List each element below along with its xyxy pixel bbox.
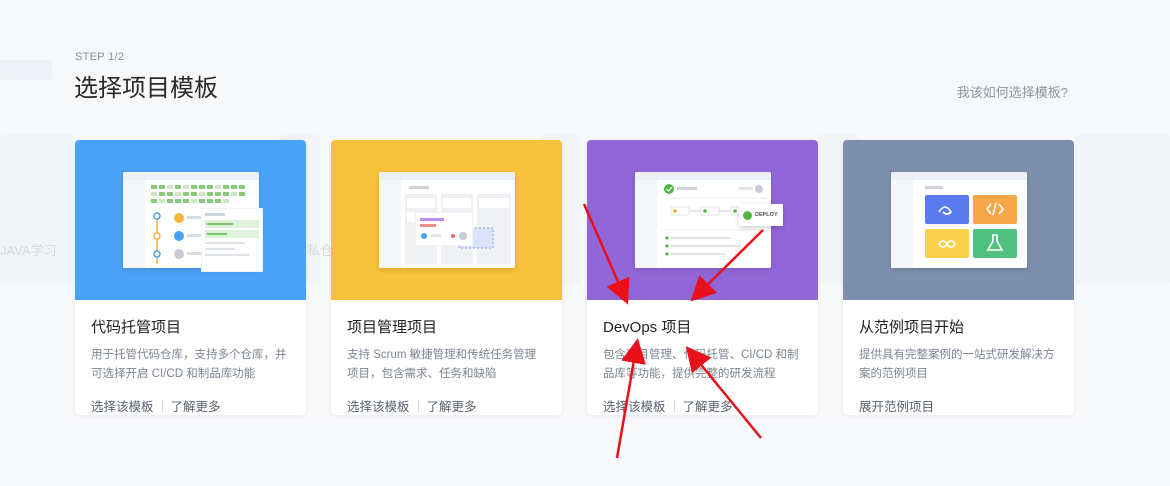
step-indicator: STEP 1/2 [75, 51, 125, 63]
deploy-badge: DEPLOY [739, 204, 783, 226]
card-illustration [75, 140, 306, 300]
help-link[interactable]: 我该如何选择模板? [957, 82, 1068, 101]
card-actions: 选择该模板 了解更多 [347, 396, 546, 415]
template-card-code-hosting[interactable]: 代码托管项目 用于托管代码仓库，支持多个仓库，并可选择开启 CI/CD 和制品库… [75, 140, 306, 415]
card-illustration: DEPLOY [587, 140, 818, 300]
examples-illustration [891, 172, 1027, 268]
ghost-project-card [1075, 134, 1170, 284]
ghost-button [0, 60, 52, 80]
check-icon [743, 210, 752, 220]
template-card-devops[interactable]: DEPLOY DevOps 项目 包含项目管理、代码托管、CI/CD 和制品库等… [587, 140, 818, 415]
select-template-button[interactable]: 选择该模板 [91, 396, 154, 415]
pipeline-illustration: DEPLOY [635, 172, 783, 268]
card-description: 提供具有完整案例的一站式研发解决方案的范例项目 [859, 349, 1055, 380]
ghost-label: JAVA学习 [0, 243, 57, 258]
card-title: DevOps 项目 [603, 319, 692, 336]
card-title: 从范例项目开始 [859, 319, 965, 336]
card-description: 用于托管代码仓库，支持多个仓库，并可选择开启 CI/CD 和制品库功能 [91, 349, 287, 380]
learn-more-link[interactable]: 了解更多 [171, 396, 221, 415]
code-repo-illustration [123, 172, 263, 272]
card-description: 支持 Scrum 敏捷管理和传统任务管理项目，包含需求、任务和缺陷 [347, 349, 537, 380]
divider [417, 399, 419, 412]
card-title: 项目管理项目 [347, 319, 438, 336]
template-card-project-management[interactable]: 项目管理项目 支持 Scrum 敏捷管理和传统任务管理项目，包含需求、任务和缺陷… [331, 140, 562, 415]
card-illustration [843, 140, 1074, 300]
divider [673, 399, 675, 412]
card-actions: 选择该模板 了解更多 [603, 396, 802, 415]
select-template-button[interactable]: 选择该模板 [347, 396, 410, 415]
card-actions: 选择该模板 了解更多 [91, 396, 290, 415]
card-description: 包含项目管理、代码托管、CI/CD 和制品库等功能，提供完整的研发流程 [603, 349, 799, 380]
template-cards: 代码托管项目 用于托管代码仓库，支持多个仓库，并可选择开启 CI/CD 和制品库… [75, 140, 1074, 415]
card-title: 代码托管项目 [91, 319, 182, 336]
learn-more-link[interactable]: 了解更多 [683, 396, 733, 415]
page-title: 选择项目模板 [74, 75, 218, 102]
learn-more-link[interactable]: 了解更多 [427, 396, 477, 415]
card-illustration [331, 140, 562, 300]
select-template-button[interactable]: 选择该模板 [603, 396, 666, 415]
deploy-label: DEPLOY [755, 212, 778, 218]
expand-examples-button[interactable]: 展开范例项目 [859, 396, 934, 415]
divider [161, 399, 163, 412]
kanban-illustration [379, 172, 515, 268]
template-card-example-project[interactable]: 从范例项目开始 提供具有完整案例的一站式研发解决方案的范例项目 展开范例项目 [843, 140, 1074, 415]
ghost-project-card [0, 134, 75, 284]
card-actions: 展开范例项目 [859, 396, 1058, 415]
